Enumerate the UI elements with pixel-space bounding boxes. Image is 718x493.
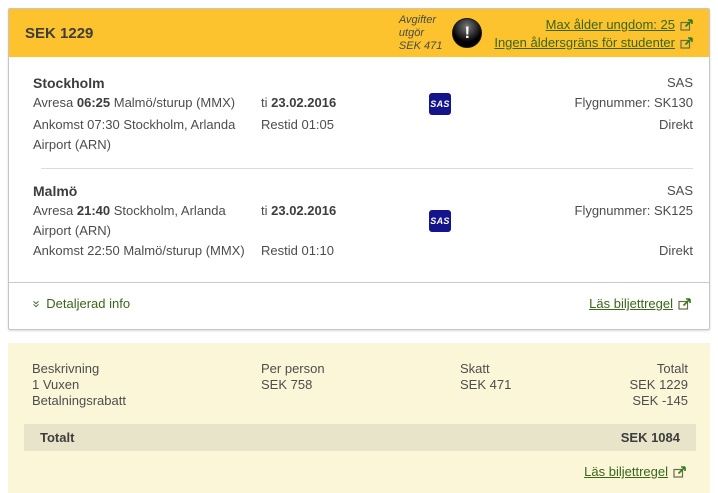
departure-time: 21:40 bbox=[77, 203, 110, 218]
grand-total-band: Totalt SEK 1084 bbox=[24, 424, 696, 451]
flight-date: ti 23.02.2016 bbox=[261, 201, 429, 241]
card-footer: » Detaljerad info Läs biljettregel bbox=[9, 282, 709, 329]
external-link-icon bbox=[680, 18, 695, 31]
grand-total-label: Totalt bbox=[40, 430, 74, 445]
header-links: Max ålder ungdom: 25 Ingen åldersgräns f… bbox=[494, 17, 695, 50]
student-age-label: Ingen åldersgräns för studenter bbox=[494, 35, 675, 50]
flight-segment-outbound: Stockholm SAS Avresa 06:25 Malmö/sturup … bbox=[33, 61, 693, 166]
airline-logo-cell: SAS bbox=[429, 201, 491, 241]
flight-segments: Stockholm SAS Avresa 06:25 Malmö/sturup … bbox=[9, 57, 709, 272]
stops-info: Direkt bbox=[491, 241, 693, 261]
description-header: Beskrivning bbox=[32, 361, 261, 377]
per-person-header: Per person bbox=[261, 361, 460, 377]
info-icon[interactable]: ! bbox=[452, 18, 482, 48]
segment-city: Stockholm bbox=[33, 73, 261, 93]
departure-time: 06:25 bbox=[77, 95, 110, 110]
flight-duration: Restid 01:10 bbox=[261, 241, 429, 261]
payment-discount-label: Betalningsrabatt bbox=[32, 393, 261, 409]
departure-place: Malmö/sturup (MMX) bbox=[114, 95, 235, 110]
airline-name: SAS bbox=[491, 73, 693, 93]
ticket-rule-label: Läs biljettregel bbox=[589, 296, 673, 311]
ticket-rule-label: Läs biljettregel bbox=[584, 464, 668, 479]
total-price: SEK 1229 bbox=[25, 25, 93, 42]
tax-header: Skatt bbox=[460, 361, 518, 377]
payment-discount-value: SEK -145 bbox=[518, 393, 688, 409]
flight-offer-card: SEK 1229 Avgifter utgör SEK 471 ! Max ål… bbox=[8, 8, 710, 330]
flight-number: Flygnummer: SK125 bbox=[491, 201, 693, 241]
arrival-line: Ankomst 22:50 Malmö/sturup (MMX) bbox=[33, 241, 261, 261]
departure-line: Avresa 21:40 Stockholm, Arlanda Airport … bbox=[33, 201, 261, 241]
departure-line: Avresa 06:25 Malmö/sturup (MMX) bbox=[33, 93, 261, 115]
ticket-rule-link[interactable]: Läs biljettregel bbox=[584, 464, 688, 479]
flight-number: Flygnummer: SK130 bbox=[491, 93, 693, 115]
max-age-youth-link[interactable]: Max ålder ungdom: 25 bbox=[546, 17, 695, 32]
tax-value: SEK 471 bbox=[460, 377, 518, 393]
student-age-link[interactable]: Ingen åldersgräns för studenter bbox=[494, 35, 695, 50]
price-summary-table: Beskrivning Per person Skatt Totalt 1 Vu… bbox=[32, 361, 688, 409]
sas-logo-icon: SAS bbox=[429, 93, 451, 115]
airline-logo-cell: SAS bbox=[429, 93, 491, 115]
flight-segment-return: Malmö SAS Avresa 21:40 Stockholm, Arland… bbox=[33, 169, 693, 272]
stops-info: Direkt bbox=[491, 115, 693, 155]
total-header: Totalt bbox=[518, 361, 688, 377]
external-link-icon bbox=[680, 36, 695, 49]
flight-duration: Restid 01:05 bbox=[261, 115, 429, 155]
airline-name: SAS bbox=[491, 181, 693, 201]
flight-date: ti 23.02.2016 bbox=[261, 93, 429, 115]
segment-city: Malmö bbox=[33, 181, 261, 201]
grand-total-value: SEK 1084 bbox=[621, 430, 680, 445]
detailed-info-toggle[interactable]: » Detaljerad info bbox=[33, 296, 130, 311]
total-value: SEK 1229 bbox=[518, 377, 688, 393]
ticket-rule-link[interactable]: Läs biljettregel bbox=[589, 296, 693, 311]
arrival-line: Ankomst 07:30 Stockholm, Arlanda Airport… bbox=[33, 115, 261, 155]
passenger-type: 1 Vuxen bbox=[32, 377, 261, 393]
detailed-info-label: Detaljerad info bbox=[46, 296, 130, 311]
external-link-icon bbox=[673, 465, 688, 478]
price-summary-section: Beskrivning Per person Skatt Totalt 1 Vu… bbox=[8, 343, 710, 493]
sas-logo-icon: SAS bbox=[429, 210, 451, 232]
fees-note: Avgifter utgör SEK 471 bbox=[399, 14, 442, 53]
per-person-value: SEK 758 bbox=[261, 377, 460, 393]
external-link-icon bbox=[678, 297, 693, 310]
chevron-down-icon: » bbox=[32, 300, 42, 307]
max-age-youth-label: Max ålder ungdom: 25 bbox=[546, 17, 675, 32]
price-header: SEK 1229 Avgifter utgör SEK 471 ! Max ål… bbox=[9, 9, 709, 57]
summary-link-row: Läs biljettregel bbox=[32, 464, 688, 479]
